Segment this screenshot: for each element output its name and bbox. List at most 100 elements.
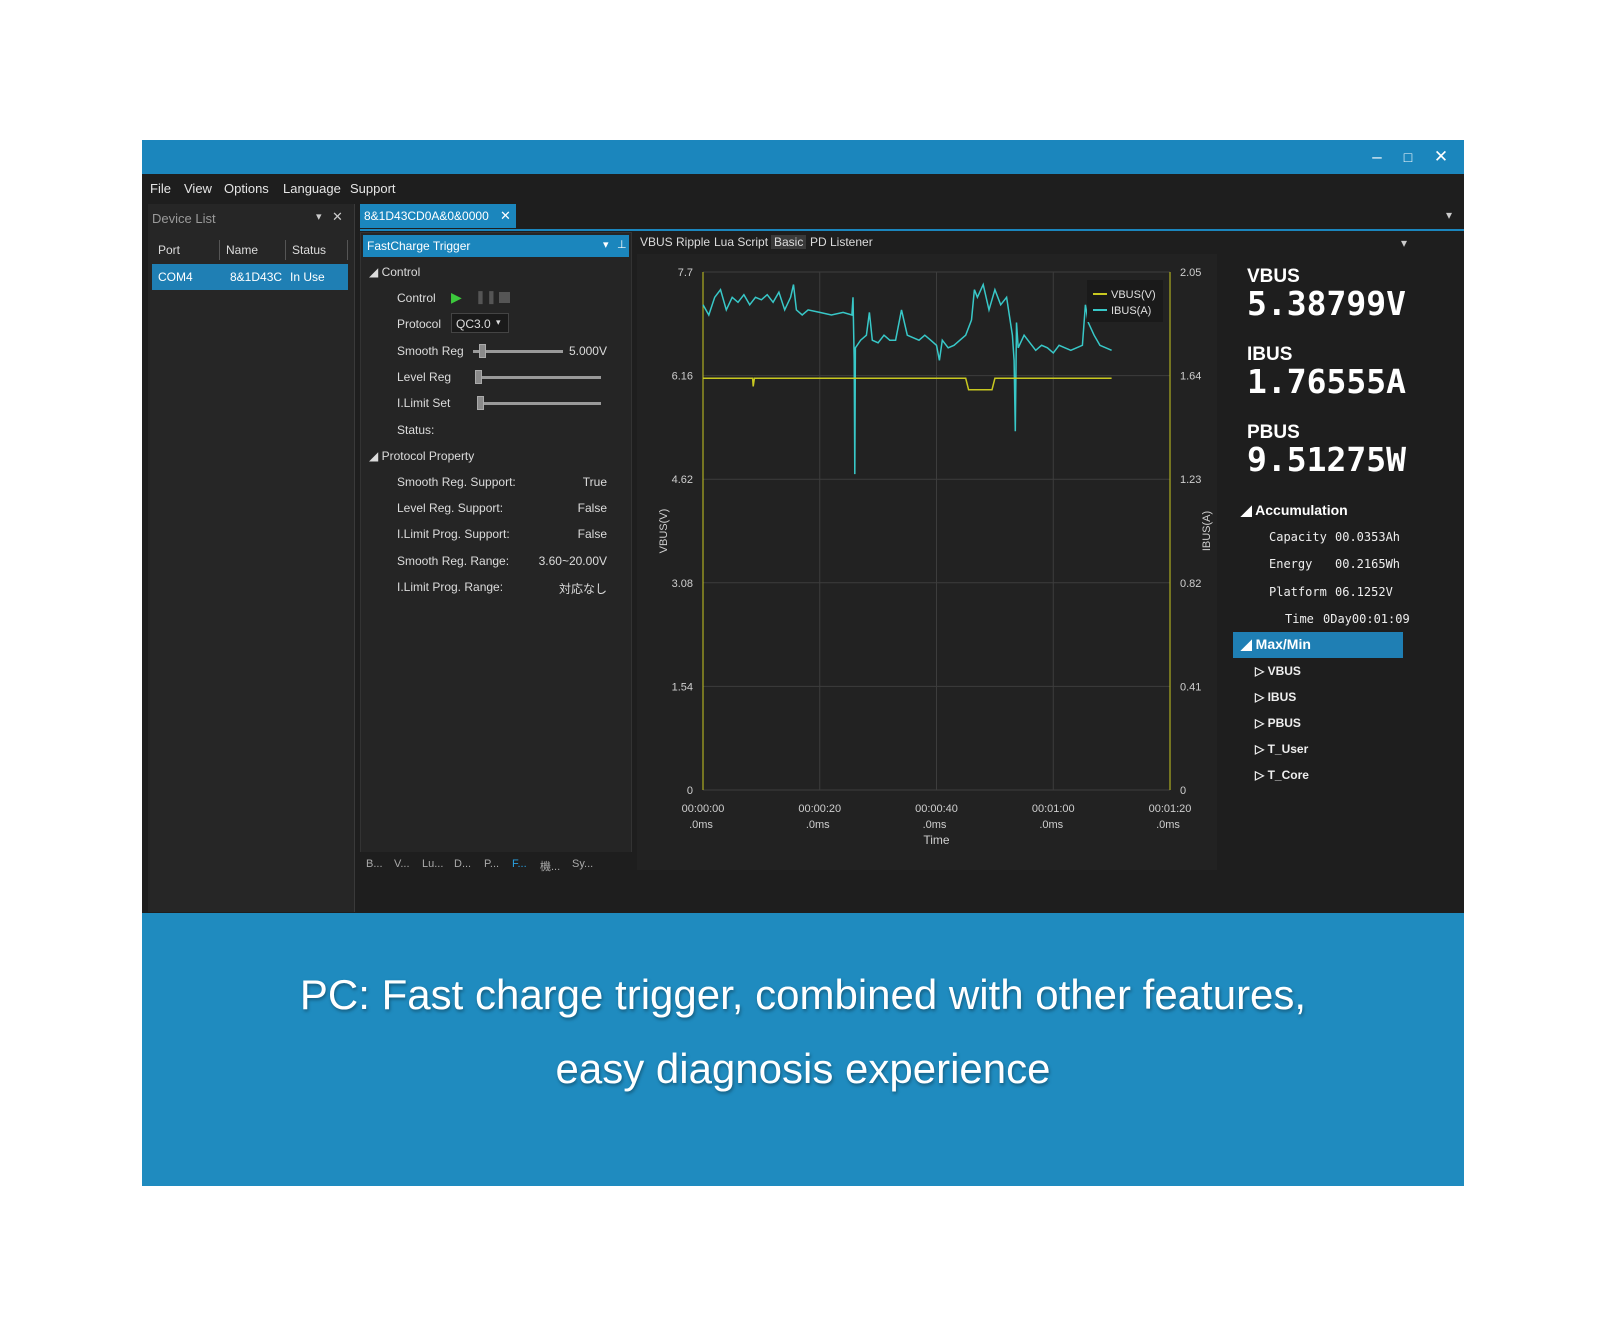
pause-icon[interactable]: ❚❚ [475,289,497,305]
device-name: 8&1D43C [230,270,283,284]
ibus-value: 1.76555A [1247,362,1406,401]
maxmin-label: Max/Min [1255,636,1311,652]
tab-list-dropdown-icon[interactable]: ▾ [1446,208,1452,222]
maxmin-item-t-user[interactable]: ▷ T_User [1255,742,1308,756]
tool-tab-active[interactable]: F... [512,858,527,870]
caption-line-1: PC: Fast charge trigger, combined with o… [299,971,1307,1018]
property-value: False [577,501,607,515]
document-tab-bar: 8&1D43CD0A&0&0000 ✕ ▾ [360,204,1464,231]
device-row[interactable]: COM4 8&1D43C In Use [152,264,348,290]
protocol-select[interactable]: QC3.0 ▾ [451,313,509,333]
property-section-toggle[interactable]: ◢ Protocol Property [369,449,474,463]
x-tick-label: 00:01:00 [1032,803,1075,815]
control-section-toggle[interactable]: ◢ Control [369,265,420,279]
accumulation-toggle[interactable]: ◢ Accumulation [1241,502,1348,519]
tool-tab[interactable]: B... [366,858,383,870]
tool-tab[interactable]: 機... [540,858,560,874]
fastcharge-trigger-panel: FastCharge Trigger ▾ ⊥ ◢ Control Control… [360,232,632,878]
x-tick-label: .0ms [806,819,830,831]
tab-basic[interactable]: Basic [771,235,807,249]
column-header-name[interactable]: Name [220,240,286,260]
maxmin-toggle[interactable]: ◢ Max/Min [1233,632,1403,658]
property-label: I.Limit Prog. Support: [397,527,510,541]
accumulation-label-time: Time [1285,612,1314,626]
tab-lua-script[interactable]: Lua Script [711,235,771,249]
x-tick-label: .0ms [1039,819,1063,831]
minimize-button[interactable]: – [1362,144,1392,170]
maximize-button[interactable]: □ [1393,144,1423,170]
accumulation-value-time: 0Day00:01:09 [1323,612,1410,626]
caption-line-2: easy diagnosis experience [555,1045,1051,1092]
level-reg-label: Level Reg [397,370,452,384]
smooth-reg-slider-track[interactable] [473,350,563,353]
app-window: – □ ✕ File View Options Language Support… [142,140,1464,913]
column-header-port[interactable]: Port [152,240,220,260]
fastcharge-title: FastCharge Trigger [367,239,471,253]
device-list-title: Device List [152,211,216,226]
y-left-tick-label: 7.7 [678,267,693,279]
ilimit-set-slider-track[interactable] [477,402,601,405]
tool-tab[interactable]: D... [454,858,471,870]
property-value: True [582,475,607,489]
tab-pd-listener[interactable]: PD Listener [807,235,876,249]
protocol-value: QC3.0 [456,317,491,331]
panel-dropdown-icon[interactable]: ▾ [316,210,322,223]
menu-view[interactable]: View [184,181,212,196]
level-reg-slider-thumb[interactable] [475,370,482,384]
menu-support[interactable]: Support [350,181,396,196]
status-label: Status: [397,423,435,437]
property-value: 3.60~20.00V [538,554,607,568]
maxmin-item-t-core[interactable]: ▷ T_Core [1255,768,1309,782]
maxmin-item-ibus[interactable]: ▷ IBUS [1255,690,1296,704]
accumulation-label-platform: Platform [1269,585,1327,599]
level-reg-slider-track[interactable] [475,376,601,379]
y-right-tick-label: 0.82 [1180,578,1201,590]
x-tick-label: .0ms [923,819,947,831]
y-left-tick-label: 0 [687,785,693,797]
close-button[interactable]: ✕ [1426,144,1456,170]
maxmin-item-pbus[interactable]: ▷ PBUS [1255,716,1301,730]
maxmin-item-label: T_Core [1267,768,1309,782]
maxmin-item-vbus[interactable]: ▷ VBUS [1255,664,1301,678]
tool-tab[interactable]: Sy... [572,858,593,870]
stop-icon[interactable] [499,292,510,303]
tool-tab[interactable]: Lu... [422,858,443,870]
menu-language[interactable]: Language [283,181,341,196]
tab-vbus-ripple[interactable]: VBUS Ripple [637,235,713,249]
x-tick-label: 00:00:00 [682,803,725,815]
column-header-status[interactable]: Status [286,240,348,260]
view-menu-dropdown-icon[interactable]: ▾ [1401,236,1407,250]
smooth-reg-slider-thumb[interactable] [479,344,486,358]
ilimit-set-slider-thumb[interactable] [477,396,484,410]
y-right-tick-label: 0.41 [1180,681,1201,693]
menu-options[interactable]: Options [224,181,269,196]
menu-file[interactable]: File [150,181,171,196]
property-label: I.Limit Prog. Range: [397,580,504,594]
panel-close-icon[interactable]: ✕ [332,209,343,225]
accumulation-label: Accumulation [1255,502,1348,518]
y-right-tick-label: 2.05 [1180,267,1201,279]
chart-area: 0 0 1.54 0.41 3.08 0.82 4.62 1.23 6.16 1.64 7.7 2.0… [637,254,1217,870]
menu-bar: File View Options Language Support [142,174,1464,204]
fastcharge-header: FastCharge Trigger ▾ ⊥ [363,235,629,257]
fastcharge-dropdown-icon[interactable]: ▾ [603,238,609,251]
document-tab[interactable]: 8&1D43CD0A&0&0000 ✕ [360,204,516,228]
property-label: Smooth Reg. Range: [397,554,510,568]
pin-icon[interactable]: ⊥ [617,238,627,251]
y-left-axis-label: VBUS(V) [658,509,670,554]
x-axis-label: Time [923,833,950,847]
device-port: COM4 [158,270,193,284]
y-right-tick-label: 1.23 [1180,474,1201,486]
property-label: Smooth Reg. Support: [397,475,516,489]
control-label: Control [397,291,436,305]
tool-tab[interactable]: P... [484,858,499,870]
tab-close-icon[interactable]: ✕ [500,208,511,224]
control-section-label: Control [381,265,421,279]
x-tick-label: .0ms [689,819,713,831]
play-icon[interactable]: ▶ [451,289,462,306]
vbus-ibus-chart: 0 0 1.54 0.41 3.08 0.82 4.62 1.23 6.16 1.64 7.7 2.0… [658,267,1213,847]
property-value: False [577,527,607,541]
tool-tab[interactable]: V... [394,858,410,870]
y-right-tick-label: 1.64 [1180,371,1201,383]
maxmin-item-label: IBUS [1267,690,1297,704]
